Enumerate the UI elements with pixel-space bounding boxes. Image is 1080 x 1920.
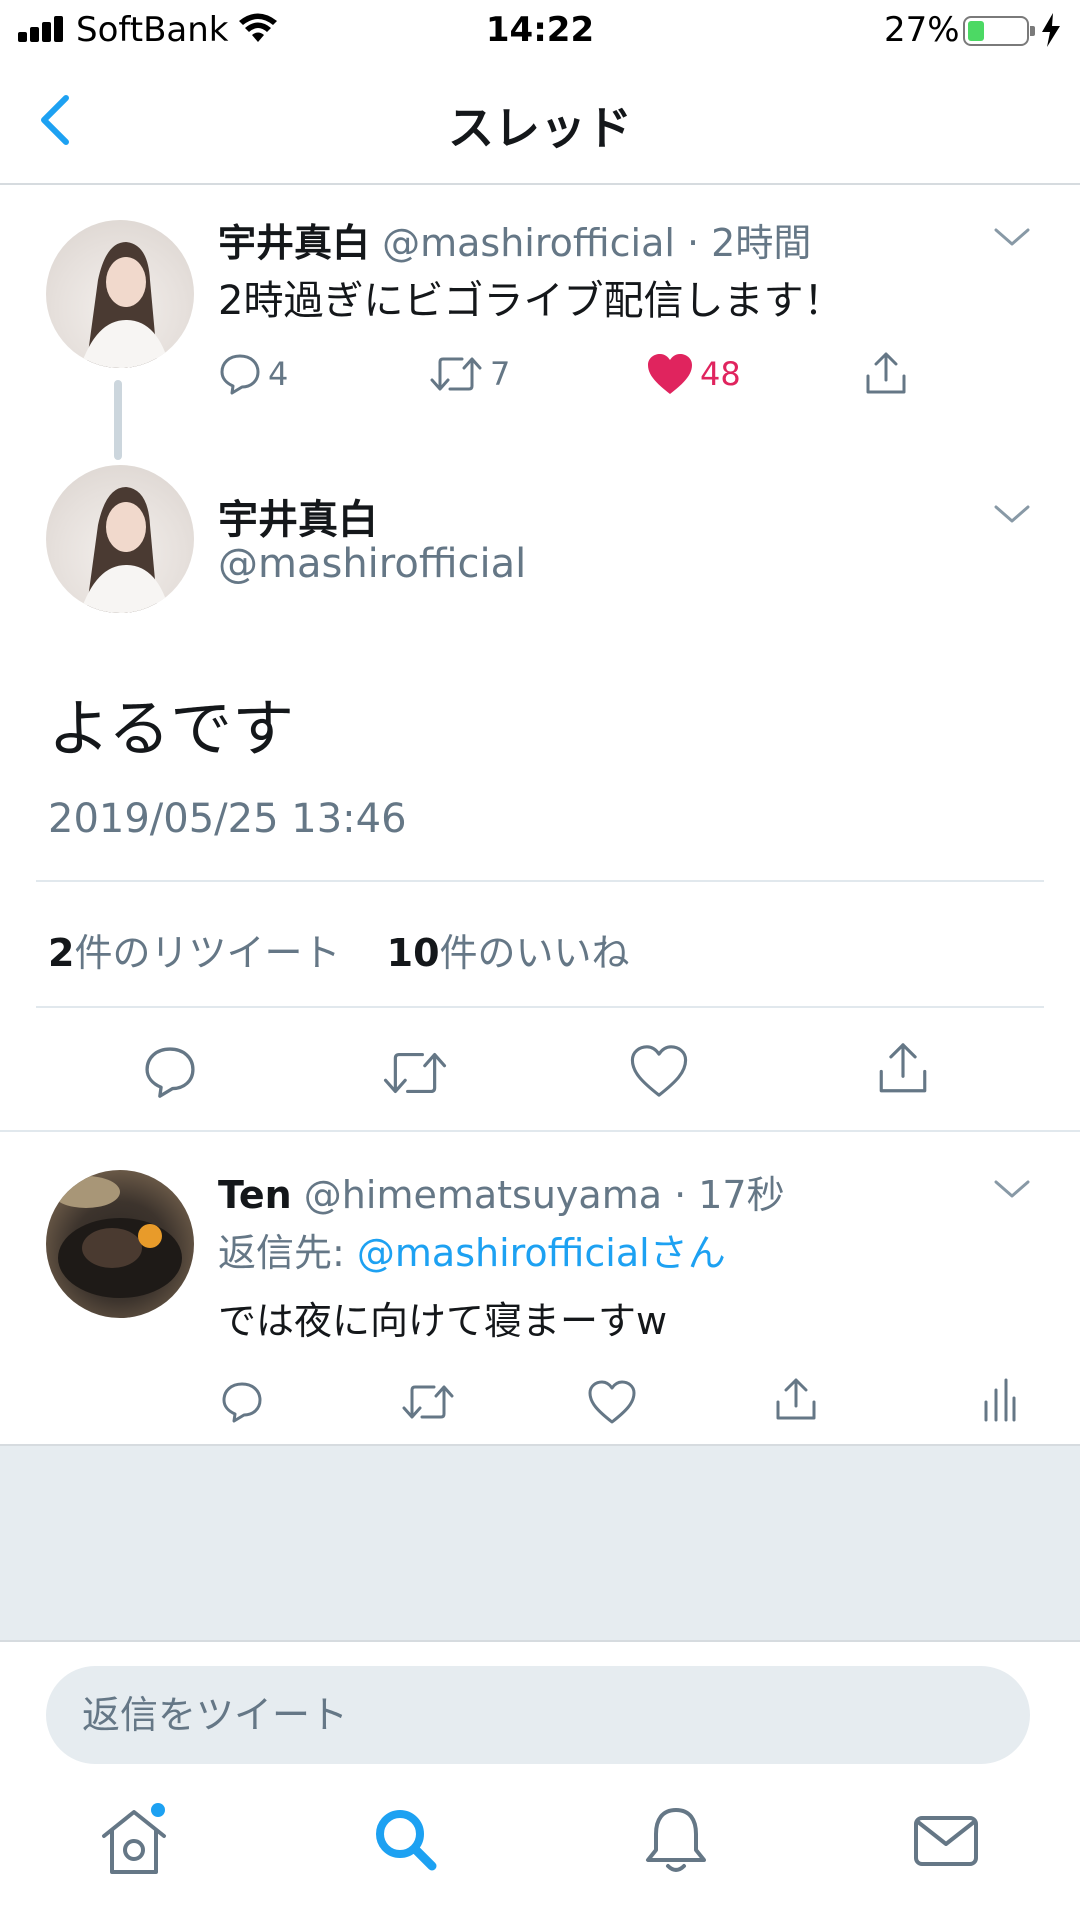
- avatar-photo-icon: [80, 242, 170, 368]
- retweet-stat[interactable]: 2件のリツイート: [48, 931, 340, 975]
- divider: [36, 880, 1044, 882]
- chevron-down-icon[interactable]: [992, 226, 1032, 250]
- tweet-text: よるです: [48, 692, 295, 765]
- share-button[interactable]: [862, 350, 910, 398]
- reply-button[interactable]: 4: [218, 352, 288, 396]
- tweet-header: Ten @himematsuyama · 17秒: [218, 1164, 785, 1219]
- status-bar: SoftBank 14:22 27%: [0, 0, 1080, 60]
- reply-input[interactable]: [46, 1666, 1030, 1764]
- share-icon: [866, 352, 906, 394]
- like-button[interactable]: 48: [646, 352, 741, 396]
- analytics-icon[interactable]: [982, 1376, 1016, 1422]
- tweet-time: · 17秒: [674, 1173, 785, 1217]
- like-stat-label: 件のいいね: [439, 931, 630, 975]
- divider: [0, 1130, 1080, 1132]
- retweet-stat-label: 件のリツイート: [74, 931, 341, 975]
- retweet-icon[interactable]: [400, 1380, 456, 1424]
- divider: [36, 1006, 1044, 1008]
- like-stat-number: 10: [386, 931, 440, 975]
- engagement-stats: 2件のリツイート 10件のいいね: [48, 922, 630, 977]
- reply-to-prefix: 返信先:: [218, 1231, 357, 1275]
- retweet-count: 7: [490, 355, 511, 393]
- avatar[interactable]: [46, 1170, 194, 1318]
- share-icon[interactable]: [874, 1040, 932, 1098]
- tweet-author-handle[interactable]: @himematsuyama: [304, 1173, 662, 1217]
- reply-count: 4: [268, 355, 289, 393]
- messages-icon[interactable]: [906, 1800, 986, 1880]
- tweet-text: では夜に向けて寝まーすw: [218, 1299, 668, 1343]
- retweet-icon: [430, 357, 482, 391]
- tweet-header: 宇井真白 @mashirofficial · 2時間: [218, 212, 811, 267]
- tweet-author-handle[interactable]: @mashirofficial: [382, 221, 675, 265]
- retweet-button[interactable]: 7: [428, 352, 510, 396]
- avatar[interactable]: [46, 465, 194, 613]
- tweet-author-name[interactable]: 宇井真白: [218, 487, 378, 545]
- reply-to-line: 返信先: @mashirofficialさん: [218, 1222, 726, 1277]
- tweet-text: 2時過ぎにビゴライブ配信します！: [218, 278, 844, 324]
- reply-icon[interactable]: [142, 1044, 198, 1100]
- charging-bolt-icon: [1042, 13, 1060, 47]
- chevron-down-icon[interactable]: [992, 1178, 1032, 1202]
- like-stat[interactable]: 10件のいいね: [387, 931, 630, 975]
- empty-thread-area: [0, 1444, 1080, 1640]
- heart-filled-icon: [648, 354, 692, 394]
- heart-icon[interactable]: [630, 1044, 688, 1098]
- avatar-photo-icon: [80, 487, 170, 613]
- tweet-author-handle[interactable]: @mashirofficial: [218, 541, 526, 587]
- tweet-time: · 2時間: [687, 221, 812, 265]
- thread-connector: [114, 380, 122, 460]
- reply-icon[interactable]: [220, 1380, 264, 1424]
- battery-icon: [963, 16, 1035, 46]
- avatar[interactable]: [46, 220, 194, 368]
- tweet-author-name[interactable]: Ten: [218, 1173, 292, 1217]
- retweet-icon[interactable]: [380, 1046, 450, 1100]
- battery-percent: 27%: [884, 10, 960, 50]
- tweet-author-name[interactable]: 宇井真白: [218, 221, 370, 265]
- like-count: 48: [700, 355, 741, 393]
- tweet-timestamp: 2019/05/25 13:46: [48, 796, 407, 842]
- reply-icon: [220, 354, 260, 395]
- chevron-down-icon[interactable]: [992, 503, 1032, 527]
- share-icon[interactable]: [772, 1376, 820, 1424]
- notifications-icon[interactable]: [636, 1800, 716, 1880]
- avatar-photo-icon: [52, 1176, 182, 1298]
- nav-header: スレッド: [0, 60, 1080, 185]
- home-icon[interactable]: [94, 1800, 174, 1880]
- reply-to-handle-link[interactable]: @mashirofficialさん: [357, 1231, 726, 1275]
- page-title: スレッド: [448, 101, 632, 155]
- search-icon[interactable]: [366, 1800, 446, 1880]
- retweet-stat-number: 2: [48, 931, 75, 975]
- heart-icon[interactable]: [588, 1380, 636, 1424]
